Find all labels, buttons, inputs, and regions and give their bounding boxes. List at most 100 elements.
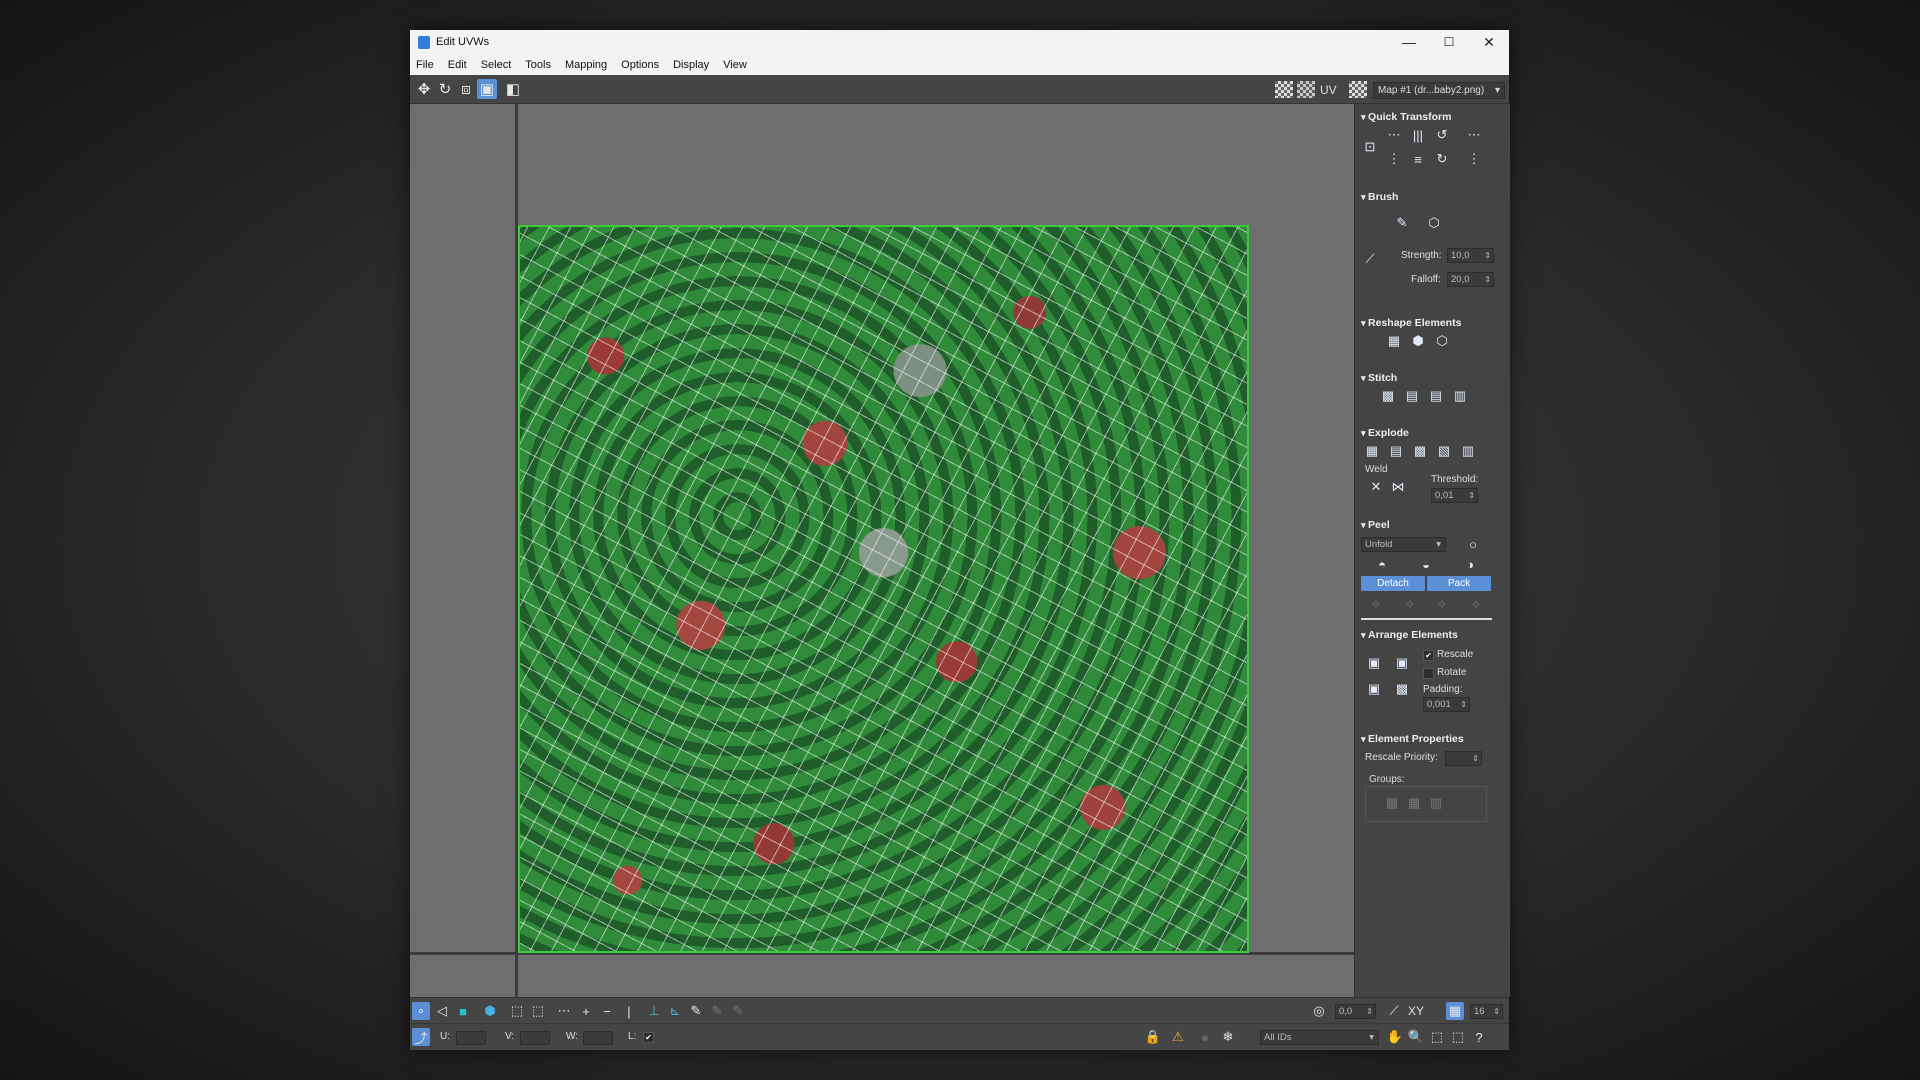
polygon-mode-icon[interactable]: ■ — [454, 1002, 472, 1020]
element-properties-title[interactable]: Element Properties — [1361, 732, 1501, 746]
pin-edges-icon[interactable]: ✧ — [1433, 596, 1451, 614]
rotate-cw-icon[interactable]: ↻ — [1433, 150, 1451, 168]
reshape-title[interactable]: Reshape Elements — [1361, 316, 1501, 330]
peel-options-icon[interactable]: ○ — [1464, 535, 1482, 553]
align-to-edge-icon[interactable]: ⋯ — [1465, 126, 1483, 144]
rotate-ccw-icon[interactable]: ↺ — [1433, 126, 1451, 144]
menu-mapping[interactable]: Mapping — [565, 59, 607, 71]
rescale-priority-spinner[interactable] — [1445, 751, 1482, 766]
loop-grow-icon[interactable]: + — [577, 1002, 595, 1020]
menu-display[interactable]: Display — [673, 59, 709, 71]
paint-brush-icon[interactable]: ✎ — [1393, 214, 1411, 232]
shrink-selection-icon[interactable]: ⬚ — [529, 1002, 547, 1020]
falloff-line-icon[interactable]: ⟋ — [1385, 1002, 1403, 1020]
menu-select[interactable]: Select — [481, 59, 512, 71]
auto-pin-icon[interactable]: ✧ — [1467, 596, 1485, 614]
u-field[interactable] — [456, 1031, 486, 1045]
menu-edit[interactable]: Edit — [448, 59, 467, 71]
edge-mode-icon[interactable]: ◁ — [433, 1002, 451, 1020]
w-field[interactable] — [583, 1031, 613, 1045]
freeform-icon[interactable]: ▣ — [477, 79, 497, 99]
l-checkbox[interactable]: ✔ — [643, 1032, 654, 1043]
uv-axis-label[interactable]: UV — [1320, 83, 1337, 97]
straighten-icon[interactable]: ▦ — [1385, 332, 1403, 350]
element-mode-icon[interactable]: ⬢ — [481, 1002, 499, 1020]
grid-spinner[interactable]: 16 — [1470, 1004, 1503, 1019]
space-vertical-icon[interactable]: ||| — [1409, 126, 1427, 144]
freeze-icon[interactable]: ❄ — [1219, 1028, 1237, 1046]
pack-normalize-icon[interactable]: ▣ — [1365, 680, 1383, 698]
loop-shrink-icon[interactable]: − — [598, 1002, 616, 1020]
zoom-region-icon[interactable]: ⬚ — [1428, 1028, 1446, 1046]
menu-tools[interactable]: Tools — [525, 59, 551, 71]
stitch-custom-icon[interactable]: ▩ — [1379, 387, 1397, 405]
grow-selection-icon[interactable]: ⬚ — [508, 1002, 526, 1020]
close-button[interactable]: ✕ — [1469, 30, 1509, 54]
quick-peel-icon[interactable]: ◓ — [1373, 555, 1391, 573]
edge-loop-icon[interactable]: | — [620, 1002, 638, 1020]
flatten-icon[interactable]: ⬡ — [1433, 332, 1451, 350]
stitch-target-icon[interactable]: ▥ — [1451, 387, 1469, 405]
menu-view[interactable]: View — [723, 59, 747, 71]
pack-together-icon[interactable]: ▣ — [1393, 654, 1411, 672]
relax-icon[interactable]: ⬢ — [1409, 332, 1427, 350]
align-vertical-edge-icon[interactable]: ⋮ — [1465, 150, 1483, 168]
help-icon[interactable]: ? — [1470, 1028, 1488, 1046]
weld-all-icon[interactable]: ⋈ — [1389, 478, 1407, 496]
explode-by-smoothing-icon[interactable]: ▩ — [1411, 442, 1429, 460]
falloff-spinner[interactable]: 20,0 — [1447, 272, 1494, 287]
vertex-mode-icon[interactable]: ∘ — [412, 1002, 430, 1020]
maximize-button[interactable]: ☐ — [1429, 30, 1469, 54]
ring-icon[interactable]: ⋯ — [555, 1002, 573, 1020]
space-horizontal-icon[interactable]: ≡ — [1409, 150, 1427, 168]
stitch-average-icon[interactable]: ▤ — [1427, 387, 1445, 405]
weld-selected-icon[interactable]: ✕ — [1367, 478, 1385, 496]
break-icon[interactable]: ▦ — [1363, 442, 1381, 460]
absolute-mode-icon[interactable]: ⤴ — [412, 1028, 430, 1046]
stitch-source-icon[interactable]: ▤ — [1403, 387, 1421, 405]
mirror-icon[interactable]: ◧ — [503, 79, 523, 99]
unpin-icon[interactable]: ✧ — [1401, 596, 1419, 614]
rescale-checkbox[interactable]: ✔ — [1423, 650, 1434, 661]
soft-selection-spinner[interactable]: 0,0 — [1335, 1004, 1376, 1019]
threshold-spinner[interactable]: 0,01 — [1431, 488, 1478, 503]
peel-title[interactable]: Peel — [1361, 518, 1501, 532]
paint-shrink-icon[interactable]: ✎ — [729, 1002, 747, 1020]
paint-grow-icon[interactable]: ✎ — [708, 1002, 726, 1020]
peel-mode-icon[interactable]: ◒ — [1417, 555, 1435, 573]
lock-icon[interactable]: 🔒 — [1144, 1028, 1162, 1046]
stitch-title[interactable]: Stitch — [1361, 371, 1501, 385]
pin-icon[interactable]: ✧ — [1367, 596, 1385, 614]
point-to-point-icon[interactable]: ⊥ — [645, 1002, 663, 1020]
checker-pattern-icon[interactable] — [1275, 81, 1293, 98]
v-field[interactable] — [520, 1031, 550, 1045]
pack-button[interactable]: Pack — [1427, 576, 1491, 591]
arrange-title[interactable]: Arrange Elements — [1361, 628, 1501, 642]
menu-file[interactable]: File — [416, 59, 434, 71]
padding-spinner[interactable]: 0,001 — [1423, 697, 1470, 712]
paint-select-icon[interactable]: ✎ — [687, 1002, 705, 1020]
uv-viewport[interactable] — [410, 104, 1354, 997]
detach-edge-icon[interactable]: ▤ — [1387, 442, 1405, 460]
pack-custom-icon[interactable]: ▣ — [1365, 654, 1383, 672]
move-icon[interactable]: ✥ — [414, 79, 434, 99]
align-horizontal-icon[interactable]: ⋯ — [1385, 126, 1403, 144]
uv-texture-map[interactable] — [518, 225, 1249, 953]
show-icon[interactable]: ● — [1196, 1028, 1214, 1046]
menu-options[interactable]: Options — [621, 59, 659, 71]
map-select[interactable]: Map #1 (dr...baby2.png) — [1373, 82, 1505, 99]
group-select-icon[interactable]: ▦ — [1383, 794, 1401, 812]
explode-by-material-icon[interactable]: ▧ — [1435, 442, 1453, 460]
brush-title[interactable]: Brush — [1361, 190, 1501, 204]
scale-icon[interactable]: ⧈ — [456, 79, 476, 99]
group-remove-icon[interactable]: ▥ — [1427, 794, 1445, 812]
grid-snap-icon[interactable]: ▦ — [1446, 1002, 1464, 1020]
detach-button[interactable]: Detach — [1361, 576, 1425, 591]
explode-flatten-icon[interactable]: ▥ — [1459, 442, 1477, 460]
xy-axis-label[interactable]: XY — [1408, 1004, 1424, 1018]
minimize-button[interactable]: — — [1389, 30, 1429, 54]
group-add-icon[interactable]: ▦ — [1405, 794, 1423, 812]
strength-spinner[interactable]: 10,0 — [1447, 248, 1494, 263]
relax-brush-icon[interactable]: ⬡ — [1425, 214, 1443, 232]
rotate-checkbox[interactable] — [1423, 668, 1434, 679]
